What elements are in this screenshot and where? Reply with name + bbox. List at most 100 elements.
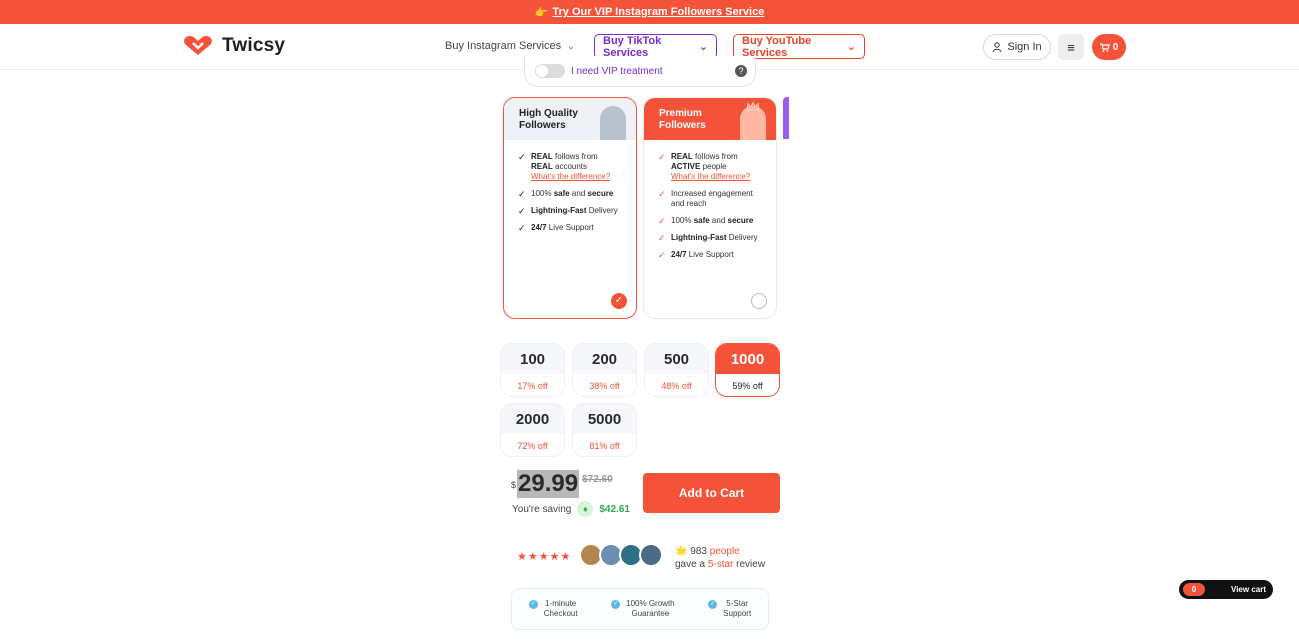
benefit-item: ✓ 5-Star Support [708, 599, 751, 629]
quantity-discount: 81% off [573, 434, 636, 456]
crown-icon [746, 102, 760, 111]
cart-icon [1099, 42, 1110, 52]
check-icon: ✓ [518, 152, 526, 162]
benefits-box: ✓ 1-minute Checkout ✓ 100% Growth Guaran… [511, 588, 769, 630]
quantity-option-selected[interactable]: 1000 59% off [715, 343, 780, 397]
check-icon: ✓ [518, 206, 526, 216]
sparkle-icon: 🌟 [675, 546, 688, 557]
review-word: review [736, 559, 766, 570]
view-cart-button[interactable]: 0 View cart [1179, 580, 1273, 599]
quantity-number: 1000 [716, 344, 779, 374]
quantity-number: 100 [519, 350, 546, 368]
quantity-number: 500 [663, 350, 690, 368]
check-icon: ✓ [658, 152, 666, 162]
logo[interactable]: Twicsy [182, 35, 285, 57]
feature-item: ✓ Increased engagement and reach [658, 189, 766, 209]
quantity-discount: 59% off [716, 374, 779, 396]
feature-item: ✓ 100% safe and secure [658, 216, 754, 226]
check-icon: ✓ [518, 223, 526, 233]
benefit-line2: Checkout [543, 609, 578, 618]
quantity-option[interactable]: 200 38% off [572, 343, 637, 397]
price-display: $ 29.99 $72.60 [511, 470, 613, 498]
benefit-line1: 1-minute [545, 599, 577, 608]
benefit-line2: Guarantee [631, 609, 670, 618]
saving-label: You're saving [512, 503, 572, 515]
view-cart-count: 0 [1183, 583, 1205, 596]
benefit-item: ✓ 100% Growth Guarantee [611, 599, 675, 629]
nav-youtube-label: Buy YouTube Services [742, 34, 812, 59]
quantity-option[interactable]: 2000 72% off [500, 403, 565, 457]
feature-bold: REAL [671, 152, 693, 161]
feature-text: follows from [552, 152, 598, 161]
sign-in-button[interactable]: Sign In [983, 34, 1051, 60]
check-icon: ✓ [518, 189, 526, 199]
promo-link[interactable]: Try Our VIP Instagram Followers Service [552, 6, 764, 18]
feature-item: ✓ Lightning-Fast Delivery [518, 206, 618, 216]
price-currency: $ [511, 480, 517, 490]
mascot-illustration [600, 106, 626, 140]
feature-bold: ACTIVE [671, 162, 701, 171]
view-cart-label: View cart [1231, 585, 1266, 594]
feature-text: people [700, 162, 727, 171]
chevron-down-icon: ⌄ [846, 41, 856, 53]
check-icon: ✓ [658, 233, 666, 243]
reviewer-avatars [579, 543, 663, 567]
feature-item: ✓ Lightning-Fast Delivery [658, 233, 758, 243]
check-circle-icon: ✓ [708, 600, 718, 609]
price-current: 29.99 [517, 470, 580, 498]
check-circle-icon: ✓ [611, 600, 621, 609]
check-icon: ✓ [658, 250, 666, 260]
feature-text: follows from [692, 152, 738, 161]
help-icon[interactable]: ? [735, 65, 747, 77]
add-to-cart-button[interactable]: Add to Cart [643, 473, 780, 513]
review-gave: gave a [675, 559, 706, 570]
plan-card-premium[interactable]: Premium Followers ✓ REAL follows from AC… [643, 97, 777, 319]
feature-bold: REAL [531, 152, 553, 161]
nav-instagram-label: Buy Instagram Services [445, 40, 562, 52]
brand-name: Twicsy [222, 35, 286, 56]
plan-card-vip-peek[interactable] [783, 97, 789, 139]
check-circle-icon: ✓ [528, 600, 538, 609]
hamburger-menu-button[interactable]: ≡ [1058, 34, 1084, 60]
plan-card-header: Premium Followers [644, 98, 776, 140]
feature-item: ✓ REAL follows from REAL accounts What's… [518, 152, 626, 182]
feature-item: ✓ 100% safe and secure [518, 189, 614, 199]
quantity-discount: 72% off [501, 434, 564, 456]
benefit-line2: Support [723, 609, 752, 618]
benefit-line1: 5-Star [726, 599, 749, 608]
cart-count: 0 [1112, 41, 1119, 53]
quantity-option[interactable]: 5000 81% off [572, 403, 637, 457]
vip-toggle-label: I need VIP treatment [571, 66, 663, 77]
vip-toggle-switch[interactable] [535, 64, 565, 78]
plan-radio[interactable] [751, 293, 767, 309]
review-summary: 🌟 983 people gave a 5-star review [675, 545, 765, 571]
feature-item: ✓ 24/7 Live Support [518, 223, 594, 233]
quantity-number: 2000 [515, 410, 550, 428]
quantity-option[interactable]: 100 17% off [500, 343, 565, 397]
nav-instagram-dropdown[interactable]: Buy Instagram Services ⌄ [445, 40, 575, 52]
pointing-hand-icon: 👉 [534, 6, 549, 19]
saving-row: You're saving ♦ $42.61 [512, 501, 630, 517]
nav-tiktok-label: Buy TikTok Services [603, 34, 662, 59]
difference-link[interactable]: What's the difference? [531, 172, 626, 182]
plan-card-high-quality[interactable]: High Quality Followers ✓ REAL follows fr… [503, 97, 637, 319]
avatar [639, 543, 663, 567]
cart-button[interactable]: 0 [1092, 34, 1126, 60]
quantity-discount: 48% off [645, 374, 708, 396]
promo-bar[interactable]: 👉 Try Our VIP Instagram Followers Servic… [0, 0, 1299, 24]
sign-in-label: Sign In [1007, 41, 1042, 53]
mascot-illustration [740, 106, 766, 140]
check-icon: ✓ [658, 189, 666, 199]
feature-item: ✓ 24/7 Live Support [658, 250, 734, 260]
feature-item: ✓ REAL follows from ACTIVE people What's… [658, 152, 766, 182]
benefit-item: ✓ 1-minute Checkout [528, 599, 578, 629]
feature-bold: REAL [531, 162, 553, 171]
feature-text: Increased engagement and reach [671, 189, 753, 208]
check-icon: ✓ [658, 216, 666, 226]
plan-selected-check-icon[interactable]: ✓ [611, 293, 627, 309]
benefit-line1: 100% Growth [626, 599, 675, 608]
difference-link[interactable]: What's the difference? [671, 172, 766, 182]
review-five-star: 5-star [707, 559, 734, 570]
quantity-option[interactable]: 500 48% off [644, 343, 709, 397]
plan-feature-list: ✓ REAL follows from REAL accounts What's… [504, 140, 636, 233]
